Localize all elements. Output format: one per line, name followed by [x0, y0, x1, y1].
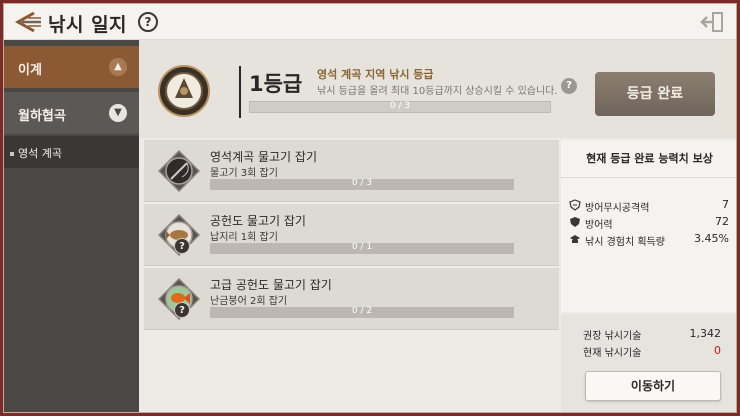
shield-icon [570, 217, 580, 227]
mission-title: 영석계곡 물고기 잡기 [210, 150, 317, 164]
mission-progress-text: 0 / 3 [351, 178, 373, 188]
recommended-skill-row: 권장 낚시기술 1,342 [583, 327, 721, 342]
sidebar-item-label: 이계 [18, 63, 42, 78]
mission-row[interactable]: ? 고급 공헌도 물고기 잡기 난금붕어 2회 잡기 0 / 2 [144, 268, 559, 330]
question-circle-icon[interactable]: ? [138, 12, 158, 32]
reward-stat-name: 낚시 경험치 획득량 [585, 237, 665, 248]
shield-pierce-icon [569, 199, 581, 211]
fishing-rod-icon [158, 150, 200, 192]
chevron-up-icon: ▲ [109, 58, 127, 76]
mission-row[interactable]: ? 공헌도 물고기 잡기 납지리 1회 잡기 0 / 1 [144, 204, 559, 266]
sidebar-item-label: 월하협곡 [18, 109, 66, 124]
current-skill-label: 현재 낚시기술 [583, 348, 642, 359]
current-skill-row: 현재 낚시기술 0 [583, 344, 721, 359]
grade-emblem-icon [158, 65, 210, 117]
grade-description: 낚시 등급을 올려 최대 10등급까지 상승시킬 수 있습니다. [317, 86, 558, 97]
mission-progress-text: 0 / 2 [351, 306, 373, 316]
grade-divider [239, 66, 241, 118]
move-button[interactable]: 이동하기 [585, 371, 721, 401]
fishing-journal-window: 낚시 일지 ? 이계 ▲ 월하협곡 ▼ 영석 계곡 1등급 영석 계곡 지역 낚… [3, 3, 737, 413]
grade-level: 1등급 [249, 72, 303, 96]
grade-complete-button[interactable]: 등급 완료 [595, 72, 715, 116]
mission-subtitle: 난금붕어 2회 잡기 [210, 296, 288, 307]
mission-progress-bar: 0 / 1 [210, 242, 514, 254]
grade-subtitle: 영석 계곡 지역 낚시 등급 [317, 68, 434, 81]
reward-stat-row: 방어무시공격력 7 [569, 198, 729, 214]
mission-subtitle: 물고기 3회 잡기 [210, 168, 278, 179]
back-arrow-icon[interactable] [12, 10, 42, 34]
reward-stat-row: 방어력 72 [569, 215, 729, 231]
reward-title: 현재 등급 완료 능력치 보상 [561, 140, 736, 178]
recommended-skill-label: 권장 낚시기술 [583, 331, 642, 342]
bullet-icon [10, 152, 14, 156]
sidebar-subitem-yeongseok-valley[interactable]: 영석 계곡 [4, 136, 139, 168]
sidebar-item-wolha-canyon[interactable]: 월하협곡 ▼ [4, 92, 139, 134]
mission-progress-bar: 0 / 2 [210, 306, 514, 318]
exit-door-icon[interactable] [700, 11, 724, 33]
title-bar: 낚시 일지 ? [4, 4, 736, 40]
mission-row[interactable]: 영석계곡 물고기 잡기 물고기 3회 잡기 0 / 3 [144, 140, 559, 202]
help-icon[interactable]: ? [561, 78, 577, 94]
help-badge-icon[interactable]: ? [174, 238, 190, 254]
grade-progress-bar: 0 / 3 [249, 101, 551, 113]
mission-progress-bar: 0 / 3 [210, 178, 514, 190]
help-badge-icon[interactable]: ? [174, 302, 190, 318]
mission-progress-text: 0 / 1 [351, 242, 373, 252]
reward-stat-value: 7 [722, 198, 729, 211]
sidebar-subitem-label: 영석 계곡 [18, 147, 62, 160]
current-skill-value: 0 [714, 344, 721, 357]
reward-stat-name: 방어무시공격력 [585, 203, 650, 214]
grade-panel: 1등급 영석 계곡 지역 낚시 등급 낚시 등급을 올려 최대 10등급까지 상… [139, 40, 736, 138]
graduation-cap-icon [570, 235, 580, 243]
reward-panel: 현재 등급 완료 능력치 보상 방어무시공격력 7 방어력 72 낚시 경험치 … [561, 140, 736, 312]
sidebar-item-igye[interactable]: 이계 ▲ [4, 46, 139, 88]
reward-stat-name: 방어력 [585, 220, 613, 231]
page-title: 낚시 일지 [48, 14, 128, 36]
reward-stat-row: 낚시 경험치 획득량 3.45% [569, 232, 729, 248]
skill-requirement-panel: 권장 낚시기술 1,342 현재 낚시기술 0 이동하기 [561, 314, 736, 412]
chevron-down-icon: ▼ [109, 104, 127, 122]
mission-subtitle: 납지리 1회 잡기 [210, 232, 278, 243]
grade-progress-text: 0 / 3 [389, 101, 411, 111]
mission-title: 고급 공헌도 물고기 잡기 [210, 278, 332, 292]
reward-stat-value: 72 [715, 215, 729, 228]
region-sidebar: 이계 ▲ 월하협곡 ▼ 영석 계곡 [4, 40, 139, 412]
mission-title: 공헌도 물고기 잡기 [210, 214, 306, 228]
reward-stat-value: 3.45% [694, 232, 729, 245]
recommended-skill-value: 1,342 [689, 327, 722, 340]
